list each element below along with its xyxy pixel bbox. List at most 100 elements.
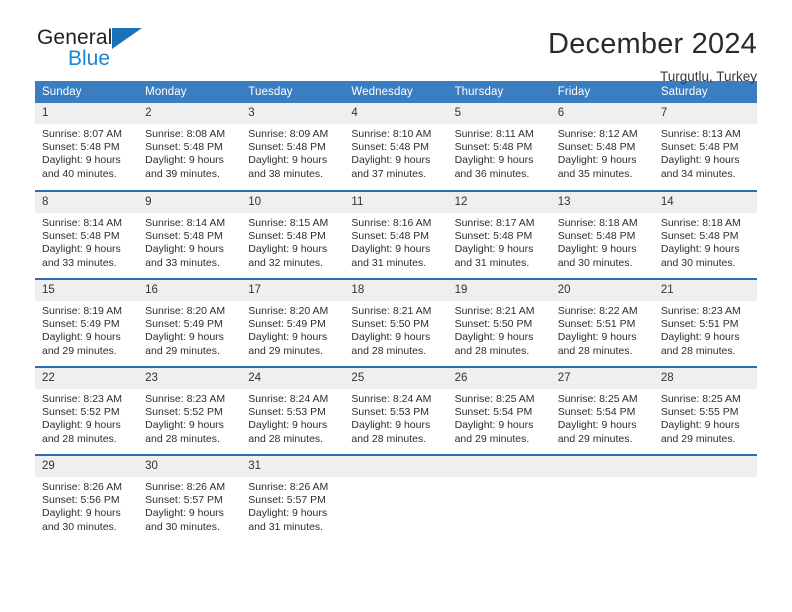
sunset-text: Sunset: 5:52 PM <box>145 406 223 419</box>
calendar-day-cell[interactable]: 9 Sunrise: 8:14 AM Sunset: 5:48 PM Daylight… <box>138 190 242 279</box>
daylight-text: Daylight: 9 hours and 28 minutes. <box>42 419 121 445</box>
sunrise-text: Sunrise: 8:16 AM <box>351 217 432 229</box>
calendar-day-cell[interactable]: 27 Sunrise: 8:25 AM Sunset: 5:54 PM Dayligh… <box>550 366 654 455</box>
calendar-day-cell[interactable]: 2 Sunrise: 8:08 AM Sunset: 5:48 PM Daylight… <box>138 103 242 191</box>
day-details: Sunrise: 8:15 AM Sunset: 5:48 PM Daylight:… <box>241 213 344 270</box>
calendar-day-cell[interactable]: 13 Sunrise: 8:18 AM Sunset: 5:48 PM Dayligh… <box>550 190 654 279</box>
brand-logo[interactable]: General Blue <box>35 27 237 85</box>
day-details: Sunrise: 8:21 AM Sunset: 5:50 PM Daylight:… <box>448 301 551 358</box>
day-details: Sunrise: 8:23 AM Sunset: 5:52 PM Daylight:… <box>138 389 241 446</box>
sunset-text: Sunset: 5:55 PM <box>660 406 739 419</box>
sunrise-text: Sunrise: 8:26 AM <box>248 481 329 493</box>
day-details: Sunrise: 8:25 AM Sunset: 5:54 PM Daylight:… <box>551 389 654 446</box>
calendar-day-cell-empty <box>344 454 448 543</box>
calendar-day-cell[interactable]: 21 Sunrise: 8:23 AM Sunset: 5:51 PM Dayligh… <box>653 278 757 367</box>
calendar-day-cell[interactable]: 1 Sunrise: 8:07 AM Sunset: 5:48 PM Daylight… <box>35 103 139 191</box>
calendar-day-cell[interactable]: 17 Sunrise: 8:20 AM Sunset: 5:49 PM Dayligh… <box>241 278 345 367</box>
day-details: Sunrise: 8:20 AM Sunset: 5:49 PM Daylight:… <box>241 301 344 358</box>
calendar-week-row: 1 Sunrise: 8:07 AM Sunset: 5:48 PM Daylight… <box>35 103 757 191</box>
day-details: Sunrise: 8:12 AM Sunset: 5:48 PM Daylight:… <box>551 124 654 181</box>
sunset-text: Sunset: 5:48 PM <box>351 230 430 243</box>
day-number: 16 <box>138 280 242 301</box>
sunset-text: Sunset: 5:48 PM <box>145 141 223 154</box>
day-details: Sunrise: 8:07 AM Sunset: 5:48 PM Daylight:… <box>35 124 138 181</box>
day-details: Sunrise: 8:17 AM Sunset: 5:48 PM Daylight:… <box>448 213 551 270</box>
daylight-text: Daylight: 9 hours and 29 minutes. <box>557 419 637 445</box>
calendar-day-cell[interactable]: 15 Sunrise: 8:19 AM Sunset: 5:49 PM Dayligh… <box>35 278 139 367</box>
calendar-day-cell[interactable]: 22 Sunrise: 8:23 AM Sunset: 5:52 PM Dayligh… <box>35 366 139 455</box>
sunrise-text: Sunrise: 8:19 AM <box>42 305 122 317</box>
daylight-text: Daylight: 9 hours and 29 minutes. <box>660 419 740 445</box>
sunset-text: Sunset: 5:48 PM <box>145 230 223 243</box>
calendar-week-row: 29 Sunrise: 8:26 AM Sunset: 5:56 PM Dayligh… <box>35 454 757 543</box>
day-number: 30 <box>138 456 242 477</box>
day-details: Sunrise: 8:18 AM Sunset: 5:48 PM Daylight:… <box>551 213 654 270</box>
calendar-day-cell[interactable]: 16 Sunrise: 8:20 AM Sunset: 5:49 PM Dayligh… <box>138 278 242 367</box>
daylight-text: Daylight: 9 hours and 28 minutes. <box>660 331 740 357</box>
day-details: Sunrise: 8:22 AM Sunset: 5:51 PM Daylight:… <box>551 301 654 358</box>
day-number: 3 <box>241 103 345 124</box>
calendar-day-cell[interactable]: 23 Sunrise: 8:23 AM Sunset: 5:52 PM Dayligh… <box>138 366 242 455</box>
calendar-day-cell[interactable]: 4 Sunrise: 8:10 AM Sunset: 5:48 PM Daylight… <box>344 103 448 191</box>
calendar-week-row: 22 Sunrise: 8:23 AM Sunset: 5:52 PM Dayligh… <box>35 366 757 455</box>
day-number: 13 <box>550 192 654 213</box>
day-details: Sunrise: 8:26 AM Sunset: 5:57 PM Daylight:… <box>241 477 344 534</box>
sunrise-text: Sunrise: 8:25 AM <box>660 393 741 405</box>
sunset-text: Sunset: 5:53 PM <box>351 406 430 419</box>
daylight-text: Daylight: 9 hours and 32 minutes. <box>248 243 328 269</box>
calendar-day-cell[interactable]: 20 Sunrise: 8:22 AM Sunset: 5:51 PM Dayligh… <box>550 278 654 367</box>
day-number: 1 <box>35 103 139 124</box>
calendar-day-cell[interactable]: 31 Sunrise: 8:26 AM Sunset: 5:57 PM Dayligh… <box>241 454 345 543</box>
calendar-day-cell[interactable]: 11 Sunrise: 8:16 AM Sunset: 5:48 PM Dayligh… <box>344 190 448 279</box>
calendar-week-row: 15 Sunrise: 8:19 AM Sunset: 5:49 PM Dayligh… <box>35 278 757 367</box>
calendar-day-cell[interactable]: 26 Sunrise: 8:25 AM Sunset: 5:54 PM Dayligh… <box>447 366 551 455</box>
sunrise-text: Sunrise: 8:22 AM <box>557 305 638 317</box>
calendar-day-cell[interactable]: 25 Sunrise: 8:24 AM Sunset: 5:53 PM Dayligh… <box>344 366 448 455</box>
sunrise-text: Sunrise: 8:07 AM <box>42 128 122 140</box>
sunrise-text: Sunrise: 8:18 AM <box>557 217 638 229</box>
weekday-header-thursday: Thursday <box>447 81 551 103</box>
calendar-day-cell[interactable]: 19 Sunrise: 8:21 AM Sunset: 5:50 PM Dayligh… <box>447 278 551 367</box>
day-details: Sunrise: 8:13 AM Sunset: 5:48 PM Daylight:… <box>654 124 757 181</box>
calendar-day-cell[interactable]: 28 Sunrise: 8:25 AM Sunset: 5:55 PM Dayligh… <box>653 366 757 455</box>
sunset-text: Sunset: 5:48 PM <box>248 230 326 243</box>
sunset-text: Sunset: 5:48 PM <box>557 141 636 154</box>
daylight-text: Daylight: 9 hours and 31 minutes. <box>351 243 431 269</box>
calendar-day-cell[interactable]: 3 Sunrise: 8:09 AM Sunset: 5:48 PM Daylight… <box>241 103 345 191</box>
calendar-day-cell[interactable]: 12 Sunrise: 8:17 AM Sunset: 5:48 PM Dayligh… <box>447 190 551 279</box>
daylight-text: Daylight: 9 hours and 34 minutes. <box>660 154 740 180</box>
daylight-text: Daylight: 9 hours and 30 minutes. <box>557 243 637 269</box>
calendar-day-cell[interactable]: 14 Sunrise: 8:18 AM Sunset: 5:48 PM Dayligh… <box>653 190 757 279</box>
day-number: 11 <box>344 192 448 213</box>
daylight-text: Daylight: 9 hours and 31 minutes. <box>248 507 328 533</box>
calendar-day-cell[interactable]: 29 Sunrise: 8:26 AM Sunset: 5:56 PM Dayligh… <box>35 454 139 543</box>
daylight-text: Daylight: 9 hours and 28 minutes. <box>557 331 637 357</box>
sunrise-text: Sunrise: 8:21 AM <box>351 305 432 317</box>
page-header: General Blue December 2024 Turgutlu, Tur… <box>35 0 757 85</box>
day-details: Sunrise: 8:16 AM Sunset: 5:48 PM Daylight:… <box>344 213 447 270</box>
sunrise-text: Sunrise: 8:24 AM <box>351 393 432 405</box>
calendar-day-cell[interactable]: 8 Sunrise: 8:14 AM Sunset: 5:48 PM Daylight… <box>35 190 139 279</box>
daylight-text: Daylight: 9 hours and 28 minutes. <box>351 331 431 357</box>
day-number: 27 <box>550 368 654 389</box>
calendar-day-cell[interactable]: 18 Sunrise: 8:21 AM Sunset: 5:50 PM Dayligh… <box>344 278 448 367</box>
day-number: 20 <box>550 280 654 301</box>
sunset-text: Sunset: 5:48 PM <box>660 141 739 154</box>
sunrise-text: Sunrise: 8:17 AM <box>454 217 535 229</box>
calendar-day-cell[interactable]: 10 Sunrise: 8:15 AM Sunset: 5:48 PM Dayligh… <box>241 190 345 279</box>
daylight-text: Daylight: 9 hours and 39 minutes. <box>145 154 224 180</box>
calendar-day-cell[interactable]: 24 Sunrise: 8:24 AM Sunset: 5:53 PM Dayligh… <box>241 366 345 455</box>
calendar-day-cell[interactable]: 6 Sunrise: 8:12 AM Sunset: 5:48 PM Daylight… <box>550 103 654 191</box>
sunset-text: Sunset: 5:54 PM <box>454 406 533 419</box>
day-number: 21 <box>653 280 757 301</box>
daylight-text: Daylight: 9 hours and 33 minutes. <box>42 243 121 269</box>
day-number: 19 <box>447 280 551 301</box>
calendar-day-cell[interactable]: 7 Sunrise: 8:13 AM Sunset: 5:48 PM Daylight… <box>653 103 757 191</box>
calendar-day-cell[interactable]: 30 Sunrise: 8:26 AM Sunset: 5:57 PM Dayligh… <box>138 454 242 543</box>
sunset-text: Sunset: 5:56 PM <box>42 494 120 507</box>
day-details: Sunrise: 8:26 AM Sunset: 5:57 PM Daylight:… <box>138 477 241 534</box>
day-number: 22 <box>35 368 139 389</box>
calendar-day-cell[interactable]: 5 Sunrise: 8:11 AM Sunset: 5:48 PM Daylight… <box>447 103 551 191</box>
calendar-body: 1 Sunrise: 8:07 AM Sunset: 5:48 PM Daylight… <box>35 103 757 543</box>
sunset-text: Sunset: 5:49 PM <box>42 318 120 331</box>
